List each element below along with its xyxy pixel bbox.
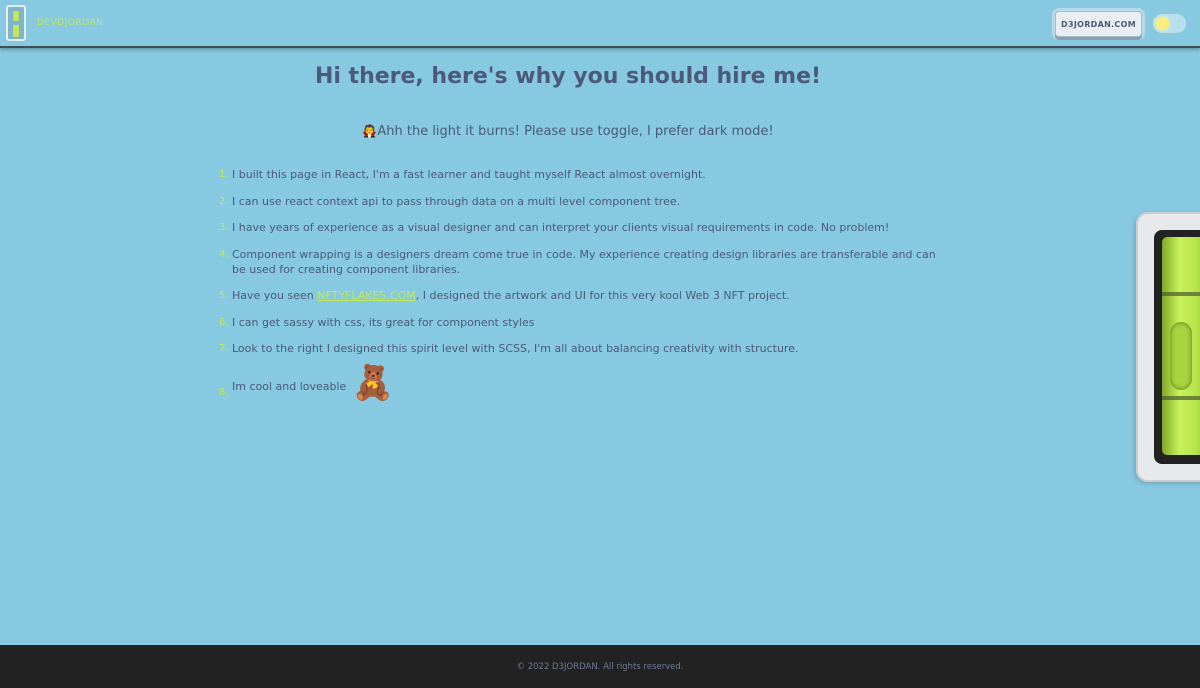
list-number: 3. xyxy=(219,222,229,233)
list-item: 8. Im cool and loveable 🧸 xyxy=(219,362,952,403)
list-item-text: Im cool and loveable xyxy=(232,379,347,393)
list-item: 3. I have years of experience as a visual… xyxy=(219,220,952,235)
list-item-text: I built this page in React, I'm a fast l… xyxy=(232,168,706,181)
list-number: 5. xyxy=(219,290,229,301)
list-item-text: I can use react context api to pass thro… xyxy=(232,194,681,208)
list-number: 4. xyxy=(219,248,229,260)
list-item-text-before: Have you seen xyxy=(232,289,318,302)
list-item-text: Look to the right I designed this spirit… xyxy=(232,342,799,355)
list-number: 6. xyxy=(219,316,229,328)
vampire-icon: 🧛 xyxy=(362,124,378,138)
list-item: 4. Component wrapping is a designers drea… xyxy=(219,247,952,277)
list-item-text-after: , I designed the artwork and UI for this… xyxy=(415,289,790,302)
spirit-level-marker-bottom xyxy=(1162,396,1200,400)
list-item: 5. Have you seen NFTYFLAKES.COM, I design… xyxy=(219,288,952,303)
theme-toggle[interactable] xyxy=(1153,14,1186,33)
list-item: 2. I can use react context api to pass th… xyxy=(219,194,952,209)
logo-vial-bottom xyxy=(13,25,19,37)
site-link-button[interactable]: D3JORDAN.COM xyxy=(1055,11,1142,37)
list-item: 1. I built this page in React, I'm a fast… xyxy=(219,167,952,182)
list-number: 1. xyxy=(219,169,229,180)
copyright-text: © 2022 D3JORDAN. All rights reserved. xyxy=(516,662,684,672)
subtitle-text: Ahh the light it burns! Please use toggl… xyxy=(377,124,774,139)
teddy-bear-icon: 🧸 xyxy=(351,362,395,403)
nftyflakes-link[interactable]: NFTYFLAKES.COM xyxy=(317,289,416,302)
spirit-level-logo-icon[interactable] xyxy=(6,5,26,41)
header: DEVDJORDAN D3JORDAN.COM xyxy=(0,0,1200,48)
list-item-text: Component wrapping is a designers dream … xyxy=(232,247,936,276)
list-number: 8. xyxy=(219,386,229,398)
spirit-level-marker-top xyxy=(1162,292,1200,296)
logo-vial-top xyxy=(13,11,19,21)
list-number: 7. xyxy=(219,343,229,354)
reasons-list: 1. I built this page in React, I'm a fast… xyxy=(219,167,952,411)
brand-name[interactable]: DEVDJORDAN xyxy=(37,18,103,28)
page-subtitle: 🧛Ahh the light it burns! Please use togg… xyxy=(0,124,1136,139)
list-item: 7. Look to the right I designed this spir… xyxy=(219,341,952,356)
sun-icon xyxy=(1156,17,1169,30)
spirit-level-bubble xyxy=(1170,322,1192,390)
list-item-text: I can get sassy with css, its great for … xyxy=(232,315,535,329)
list-item: 6. I can get sassy with css, its great fo… xyxy=(219,315,952,330)
list-item-text: I have years of experience as a visual d… xyxy=(232,221,890,234)
footer: © 2022 D3JORDAN. All rights reserved. xyxy=(0,645,1200,688)
page-title: Hi there, here's why you should hire me! xyxy=(314,64,822,89)
list-number: 2. xyxy=(219,195,229,207)
